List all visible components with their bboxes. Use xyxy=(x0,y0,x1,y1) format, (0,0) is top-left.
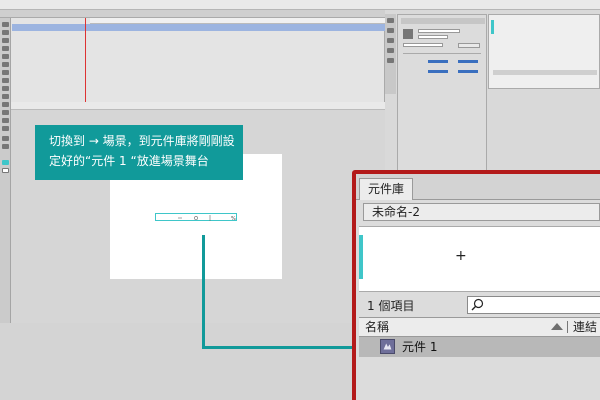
text-tool-icon[interactable] xyxy=(2,62,9,67)
info-panel-icon[interactable] xyxy=(387,48,394,53)
column-linkage-header[interactable]: 連結 xyxy=(573,318,597,336)
subselection-tool-icon[interactable] xyxy=(2,30,9,35)
preview-symbol-edge xyxy=(359,235,363,279)
svg-text:%: % xyxy=(231,216,236,222)
swatches-panel-icon[interactable] xyxy=(387,28,394,33)
y-position-value[interactable] xyxy=(458,60,478,63)
transform-panel-icon[interactable] xyxy=(387,58,394,63)
brush-tool-icon[interactable] xyxy=(2,94,9,99)
line-tool-icon[interactable] xyxy=(2,70,9,75)
timeline-tab[interactable] xyxy=(0,10,385,18)
instance-of-field[interactable] xyxy=(403,43,443,47)
symbol-instance-on-stage[interactable]: % xyxy=(155,213,237,222)
library-document-select[interactable]: 未命名-2 xyxy=(363,203,600,221)
fill-color-swatch[interactable] xyxy=(2,168,9,173)
rectangle-tool-icon[interactable] xyxy=(2,78,9,83)
menu-bar xyxy=(0,0,600,10)
lasso-tool-icon[interactable] xyxy=(2,46,9,51)
timeline-layer-row[interactable] xyxy=(12,24,385,31)
section-divider xyxy=(403,53,481,54)
swap-button[interactable] xyxy=(458,43,480,48)
pen-tool-icon[interactable] xyxy=(2,54,9,59)
movieclip-symbol-icon xyxy=(380,339,395,354)
instance-type-select[interactable] xyxy=(418,35,448,39)
library-item-count: 1 個項目 xyxy=(367,299,415,313)
library-column-header xyxy=(359,317,600,337)
height-value[interactable] xyxy=(458,70,478,73)
document-icon xyxy=(403,29,413,39)
tools-panel xyxy=(0,18,11,323)
registration-crosshair-icon: + xyxy=(455,248,467,264)
library-item-row[interactable] xyxy=(359,337,600,357)
search-icon xyxy=(471,298,484,311)
connector-line-vertical xyxy=(202,235,205,349)
properties-panel xyxy=(397,14,487,172)
stroke-color-swatch[interactable] xyxy=(2,160,9,165)
zoom-tool-icon[interactable] xyxy=(2,144,9,149)
eyedropper-tool-icon[interactable] xyxy=(2,118,9,123)
align-panel-icon[interactable] xyxy=(387,38,394,43)
selection-tool-icon[interactable] xyxy=(2,22,9,27)
stage-edit-bar xyxy=(11,102,385,110)
paint-bucket-tool-icon[interactable] xyxy=(2,110,9,115)
instance-name-field[interactable] xyxy=(418,29,460,33)
library-search-input[interactable] xyxy=(467,296,600,314)
transform-tool-icon[interactable] xyxy=(2,38,9,43)
sort-ascending-icon[interactable] xyxy=(551,323,563,330)
library-preview-pane xyxy=(359,226,600,292)
library-mini-preview-mark xyxy=(491,20,494,34)
library-item-label[interactable]: 元件 1 xyxy=(402,338,437,356)
callout-line-1: 切換到 → 場景，到元件庫將剛剛設 xyxy=(49,134,235,148)
callout-line-2: 定好的“元件 1 “放進場景舞台 xyxy=(49,154,209,168)
hand-tool-icon[interactable] xyxy=(2,136,9,141)
panel-icon-strip xyxy=(385,14,396,94)
column-separator[interactable] xyxy=(567,321,568,333)
pencil-tool-icon[interactable] xyxy=(2,86,9,91)
library-mini-row[interactable] xyxy=(493,70,597,75)
width-value[interactable] xyxy=(428,70,448,73)
eraser-tool-icon[interactable] xyxy=(2,126,9,131)
bone-tool-icon[interactable] xyxy=(2,102,9,107)
column-name-header[interactable]: 名稱 xyxy=(365,318,389,336)
registration-point-icon: % xyxy=(178,215,236,222)
instruction-callout: 切換到 → 場景，到元件庫將剛剛設 定好的“元件 1 “放進場景舞台 xyxy=(35,125,243,180)
playhead[interactable] xyxy=(85,18,86,102)
color-panel-icon[interactable] xyxy=(387,18,394,23)
library-tab[interactable]: 元件庫 xyxy=(359,178,414,200)
x-position-value[interactable] xyxy=(428,60,448,63)
library-panel-mini xyxy=(488,14,600,89)
properties-header xyxy=(401,18,485,24)
